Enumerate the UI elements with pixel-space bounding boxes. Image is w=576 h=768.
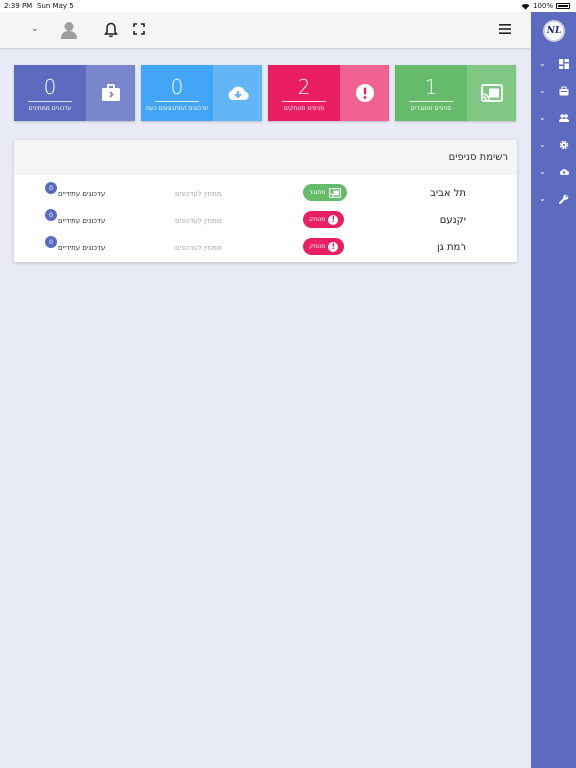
status-label: מנותק xyxy=(309,216,326,223)
future-updates-count-badge: 0 xyxy=(45,182,57,194)
table-row[interactable]: רמת גן מנותק ! ממתין לעדכונים עדכונים עת… xyxy=(14,234,517,261)
divider xyxy=(409,101,453,102)
hamburger-menu-icon[interactable] xyxy=(499,24,511,34)
status-right: 100% xyxy=(521,2,570,10)
card-value: 2 xyxy=(297,75,311,99)
panel-header: רשימת סניפים xyxy=(14,140,517,175)
status-date: Sun May 5 xyxy=(37,2,74,10)
table-row[interactable]: יקנעם מנותק ! ממתין לעדכונים עדכונים עתי… xyxy=(14,207,517,234)
branch-name: תל אביב xyxy=(430,188,466,199)
card-pending-updates[interactable]: 0 עדכונים ממתינים xyxy=(14,65,135,121)
card-label: עדכונים ממתינים xyxy=(28,105,72,112)
status-badge: מנותק ! xyxy=(303,211,345,228)
sidebar-item-upload[interactable]: ⌄ xyxy=(539,165,569,179)
wifi-icon xyxy=(521,3,530,10)
cloud-download-icon xyxy=(228,86,249,100)
briefcase-icon xyxy=(101,84,120,101)
card-connected-branches[interactable]: 1 סניפים מחוברים xyxy=(395,65,516,121)
alert-circle-icon: ! xyxy=(328,241,339,252)
future-updates-link[interactable]: עדכונים עתידיים xyxy=(58,190,105,198)
chevron-down-icon: ⌄ xyxy=(539,86,546,95)
card-label: סניפים מנותקים xyxy=(283,105,325,112)
card-icon-area xyxy=(86,65,135,121)
branch-name: יקנעם xyxy=(439,215,466,226)
branch-list-panel: רשימת סניפים תל אביב מחובר ממתין לעדכוני… xyxy=(14,140,517,262)
battery-percent: 100% xyxy=(532,2,553,10)
cast-connected-icon xyxy=(328,187,341,198)
waiting-for-updates-text: ממתין לעדכונים xyxy=(175,217,222,225)
battery-icon xyxy=(556,3,570,9)
card-value: 0 xyxy=(43,75,57,99)
card-label: עדכונים המתבצעים כעת xyxy=(145,105,209,112)
avatar[interactable] xyxy=(61,21,77,39)
card-number-area: 0 עדכונים ממתינים xyxy=(14,65,86,121)
branch-name: רמת גן xyxy=(436,242,466,253)
user-menu-chevron-icon[interactable]: ⌄ xyxy=(31,24,39,34)
alert-circle-icon: ! xyxy=(328,214,339,225)
sidebar-item-store[interactable]: ⌄ xyxy=(539,84,569,98)
status-badge: מנותק ! xyxy=(303,238,345,255)
sidebar-item-tools[interactable]: ⌄ xyxy=(539,192,569,206)
fullscreen-icon[interactable] xyxy=(133,23,145,35)
card-label: סניפים מחוברים xyxy=(410,105,452,112)
divider xyxy=(28,101,72,102)
wrench-icon xyxy=(559,194,569,204)
panel-title: רשימת סניפים xyxy=(448,152,508,163)
divider xyxy=(155,101,199,102)
card-icon-area xyxy=(340,65,389,121)
card-icon-area xyxy=(213,65,262,121)
future-updates-link[interactable]: עדכונים עתידיים xyxy=(58,244,105,252)
card-updates-in-progress[interactable]: 0 עדכונים המתבצעים כעת xyxy=(141,65,262,121)
sidebar-item-people[interactable]: ⌄ xyxy=(539,111,569,125)
dashboard-icon xyxy=(559,59,569,69)
card-icon-area xyxy=(467,65,516,121)
card-value: 1 xyxy=(424,75,438,99)
chevron-down-icon: ⌄ xyxy=(539,140,546,149)
store-icon xyxy=(559,86,569,96)
card-number-area: 0 עדכונים המתבצעים כעת xyxy=(141,65,213,121)
top-header: ⌄ xyxy=(0,12,531,48)
chevron-down-icon: ⌄ xyxy=(539,59,546,68)
card-number-area: 1 סניפים מחוברים xyxy=(395,65,467,121)
status-time: 2:39 PM xyxy=(4,2,33,10)
waiting-for-updates-text: ממתין לעדכונים xyxy=(175,190,222,198)
chevron-down-icon: ⌄ xyxy=(539,167,546,176)
waiting-for-updates-text: ממתין לעדכונים xyxy=(175,244,222,252)
card-value: 0 xyxy=(170,75,184,99)
card-disconnected-branches[interactable]: 2 סניפים מנותקים xyxy=(268,65,389,121)
chevron-down-icon: ⌄ xyxy=(539,113,546,122)
nl-logo[interactable]: NL xyxy=(543,20,565,42)
sidebar-item-settings[interactable]: ⌄ xyxy=(539,138,569,152)
status-label: מחובר xyxy=(309,189,326,196)
gear-icon xyxy=(559,140,569,150)
cast-connected-icon xyxy=(480,84,503,102)
status-bar: 2:39 PM Sun May 5 100% xyxy=(0,0,576,12)
table-row[interactable]: תל אביב מחובר ממתין לעדכונים עדכונים עתי… xyxy=(14,180,517,207)
status-label: מנותק xyxy=(309,243,326,250)
sidebar: NL ⌄ ⌄ ⌄ ⌄ ⌄ ⌄ xyxy=(531,12,576,768)
future-updates-count-badge: 0 xyxy=(45,236,57,248)
status-badge: מחובר xyxy=(303,184,347,201)
people-icon xyxy=(559,114,569,122)
sidebar-item-dashboard[interactable]: ⌄ xyxy=(539,57,569,71)
future-updates-count-badge: 0 xyxy=(45,209,57,221)
card-number-area: 2 סניפים מנותקים xyxy=(268,65,340,121)
bell-icon[interactable] xyxy=(104,22,118,38)
chevron-down-icon: ⌄ xyxy=(539,194,546,203)
cloud-upload-icon xyxy=(559,169,569,175)
alert-circle-icon xyxy=(355,84,374,102)
divider xyxy=(282,101,326,102)
future-updates-link[interactable]: עדכונים עתידיים xyxy=(58,217,105,225)
